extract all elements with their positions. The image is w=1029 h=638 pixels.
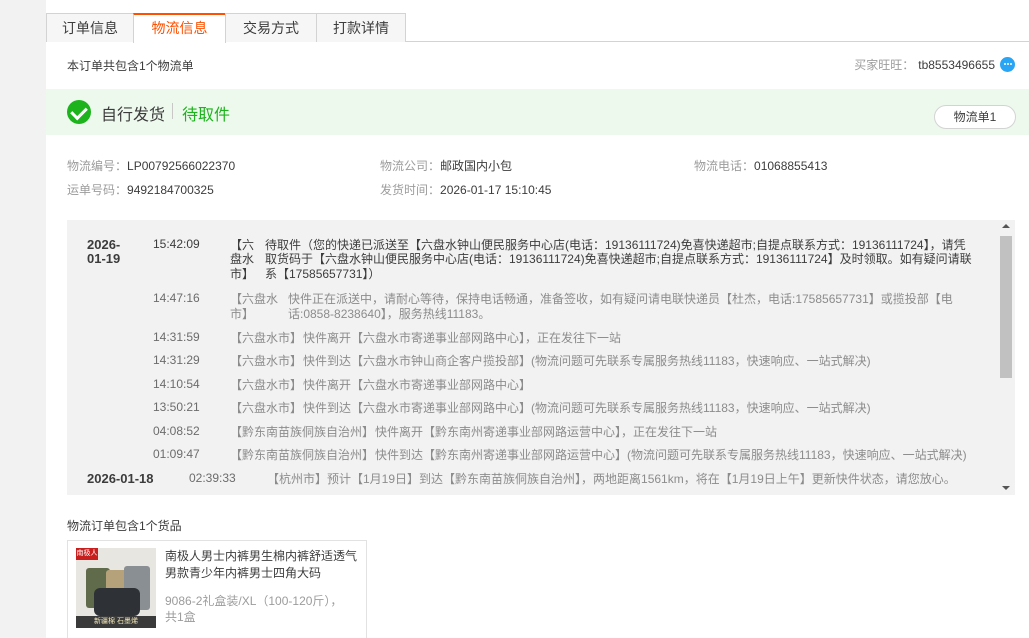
tracking-message: 快件到达【黔东南州寄递事业部网路运营中心】(物流问题可先联系专属服务热线1118… bbox=[375, 448, 967, 462]
buyer-id[interactable]: tb8553496655 bbox=[918, 58, 995, 72]
tracking-city: 【六盘水市】 bbox=[230, 378, 303, 392]
tracking-message-cont: 系【17585657731】） bbox=[265, 267, 381, 281]
product-sku: 9086-2礼盒装/XL（100-120斤）， bbox=[165, 594, 343, 608]
waybill-value: 9492184700325 bbox=[127, 183, 214, 197]
tab-payment-method[interactable]: 交易方式 bbox=[225, 13, 317, 42]
product-name[interactable]: 南极人男士内裤男生棉内裤舒适透气男款青少年内裤男士四角大码 bbox=[165, 548, 365, 582]
tracking-city: 【杭州市】 bbox=[267, 472, 328, 486]
tracking-panel[interactable]: 2026- 01-19 15:42:09 【六 盘水 市】 待取件（您的快递已派… bbox=[67, 220, 1015, 495]
ship-time-label: 发货时间： bbox=[380, 183, 441, 197]
product-spec: 9086-2礼盒装/XL（100-120斤）， 共1盒 bbox=[165, 593, 355, 625]
company-value: 邮政国内小包 bbox=[440, 159, 513, 173]
tracking-city: 【六盘水市】 bbox=[230, 401, 303, 415]
tracking-scrollbar[interactable] bbox=[999, 220, 1013, 495]
status-main: 自行发货 bbox=[101, 107, 166, 124]
logistics-phone: 物流电话：01068855413 bbox=[694, 157, 827, 174]
chat-icon[interactable] bbox=[1000, 57, 1015, 72]
product-image-brand-tag: 南极人 bbox=[76, 548, 98, 560]
tracking-city-cont: 市】 bbox=[230, 307, 255, 321]
tracking-no-label: 物流编号： bbox=[67, 159, 128, 173]
logistics-page: 订单信息 物流信息 交易方式 打款详情 本订单共包含1个物流单 买家旺旺： tb… bbox=[46, 0, 1029, 638]
scroll-thumb[interactable] bbox=[1000, 236, 1012, 378]
check-circle-icon bbox=[67, 100, 91, 124]
tracking-date: 2026-01-18 bbox=[87, 471, 154, 486]
waybill-no: 运单号码：9492184700325 bbox=[67, 181, 214, 198]
tracking-message-cont: 话:0858-8238640】，服务热线11183。 bbox=[288, 307, 491, 321]
product-image-banner: 新疆棉 石墨烯 bbox=[76, 616, 156, 628]
waybill-label: 运单号码： bbox=[67, 183, 128, 197]
phone-label: 物流电话： bbox=[694, 159, 755, 173]
product-image-item bbox=[94, 588, 140, 616]
tracking-no: 物流编号：LP00792566022370 bbox=[67, 157, 235, 174]
tracking-date-cont: 01-19 bbox=[87, 251, 121, 266]
tab-order-info[interactable]: 订单信息 bbox=[46, 13, 134, 42]
tracking-time: 14:10:54 bbox=[153, 377, 200, 391]
tracking-message-cont: 取货码于【六盘水钟山便民服务中心店(电话：19136111724)免喜快递超市;… bbox=[265, 252, 972, 266]
tracking-message: 快件正在派送中，请耐心等待，保持电话畅通，准备签收，如有疑问请电联快递员【杜杰，… bbox=[288, 292, 953, 306]
tracking-city-cont: 盘水 bbox=[230, 252, 255, 266]
product-image[interactable]: 南极人 新疆棉 石墨烯 bbox=[76, 548, 156, 628]
tracking-time: 02:39:33 bbox=[189, 471, 236, 485]
product-quantity: 共1盒 bbox=[165, 610, 196, 624]
status-divider bbox=[172, 103, 173, 119]
tab-payout-details[interactable]: 打款详情 bbox=[316, 13, 406, 42]
tracking-time: 14:31:29 bbox=[153, 353, 200, 367]
tracking-message: 快件到达【六盘水市寄递事业部网路中心】(物流问题可先联系专属服务热线11183，… bbox=[303, 401, 871, 415]
shipment-1-button[interactable]: 物流单1 bbox=[934, 105, 1016, 129]
tracking-city: 【六盘水 bbox=[230, 292, 279, 306]
tab-logistics-info[interactable]: 物流信息 bbox=[133, 13, 226, 43]
ship-time-value: 2026-01-17 15:10:45 bbox=[440, 183, 552, 197]
scroll-up-arrow-icon[interactable] bbox=[1002, 224, 1010, 228]
ship-time: 发货时间：2026-01-17 15:10:45 bbox=[380, 181, 551, 198]
tracking-list: 2026- 01-19 15:42:09 【六 盘水 市】 待取件（您的快递已派… bbox=[67, 220, 997, 495]
tracking-city: 【六盘水市】 bbox=[230, 331, 303, 345]
tracking-city: 【黔东南苗族侗族自治州】 bbox=[230, 425, 375, 439]
tracking-time: 15:42:09 bbox=[153, 237, 200, 251]
tracking-time: 13:50:21 bbox=[153, 400, 200, 414]
status-bar: 自行发货 待取件 物流单1 bbox=[46, 89, 1029, 135]
tracking-time: 04:08:52 bbox=[153, 424, 200, 438]
goods-card: 南极人 新疆棉 石墨烯 南极人男士内裤男生棉内裤舒适透气男款青少年内裤男士四角大… bbox=[67, 540, 367, 638]
buyer-wangwang: 买家旺旺： tb8553496655 bbox=[854, 56, 1015, 73]
tab-bar: 订单信息 物流信息 交易方式 打款详情 bbox=[46, 13, 1029, 43]
shipment-summary: 本订单共包含1个物流单 bbox=[67, 59, 194, 73]
tracking-time: 14:47:16 bbox=[153, 291, 200, 305]
buyer-label: 买家旺旺： bbox=[854, 58, 915, 72]
tracking-city-cont: 市】 bbox=[230, 267, 255, 281]
goods-section-title: 物流订单包含1个货品 bbox=[67, 519, 182, 533]
tracking-no-value: LP00792566022370 bbox=[127, 159, 236, 173]
tracking-message: 快件到达【六盘水市钟山商企客户揽投部】(物流问题可先联系专属服务热线11183，… bbox=[303, 354, 871, 368]
tracking-time: 14:31:59 bbox=[153, 330, 200, 344]
phone-value: 01068855413 bbox=[754, 159, 828, 173]
tracking-city: 【黔东南苗族侗族自治州】 bbox=[230, 448, 375, 462]
tracking-time: 01:09:47 bbox=[153, 447, 200, 461]
scroll-down-arrow-icon[interactable] bbox=[1002, 486, 1010, 490]
tracking-message: 预计【1月19日】到达【黔东南苗族侗族自治州】，两地距离1561km，将在【1月… bbox=[327, 472, 956, 486]
tracking-city: 【六盘水市】 bbox=[230, 354, 303, 368]
tracking-message: 快件离开【六盘水市寄递事业部网路中心】 bbox=[303, 378, 532, 392]
company-label: 物流公司： bbox=[380, 159, 441, 173]
tracking-message: 快件离开【六盘水市寄递事业部网路中心】，正在发往下一站 bbox=[303, 331, 622, 345]
status-sub: 待取件 bbox=[182, 107, 231, 124]
logistics-company: 物流公司：邮政国内小包 bbox=[380, 157, 512, 174]
tracking-message: 快件离开【黔东南州寄递事业部网路运营中心】，正在发往下一站 bbox=[375, 425, 718, 439]
